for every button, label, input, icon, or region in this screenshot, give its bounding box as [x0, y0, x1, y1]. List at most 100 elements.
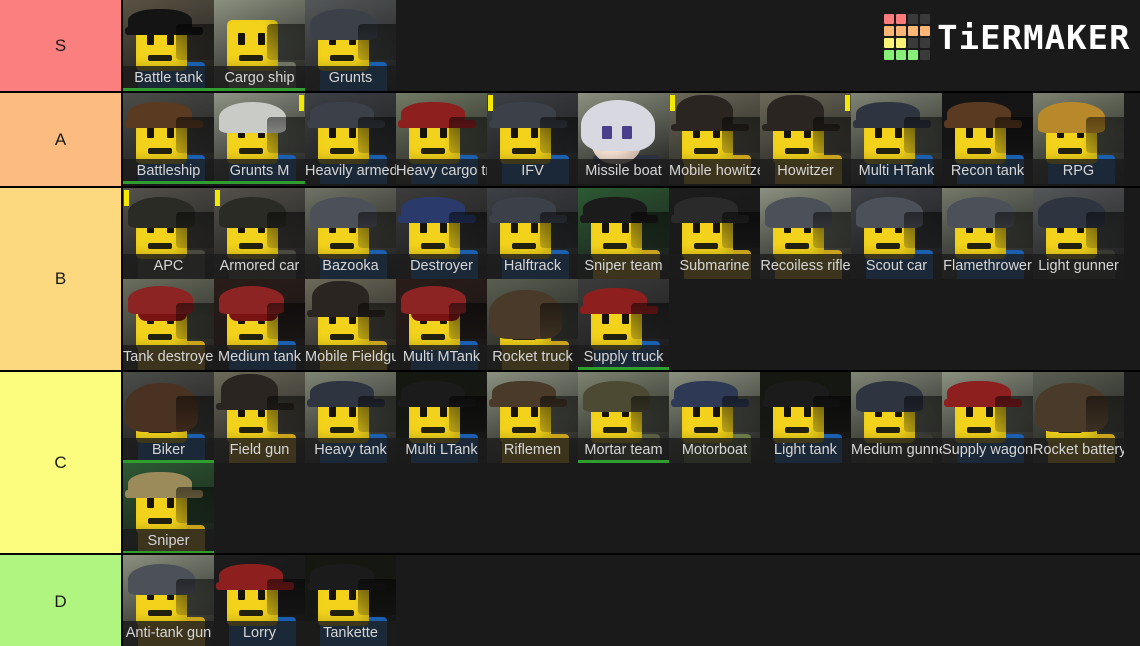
logo-cell-1-1: [896, 26, 907, 36]
tier-item-label: RPG: [1033, 159, 1124, 184]
tier-item-label: Howitzer: [760, 159, 851, 184]
tier-item-label: Armored car: [214, 254, 305, 279]
tier-item-tile[interactable]: Multi LTank: [396, 372, 487, 463]
tier-label-d[interactable]: D: [0, 555, 123, 646]
logo-cell-3-2: [908, 50, 919, 60]
tier-item-label: Rocket truck: [487, 345, 578, 370]
logo-cell-3-0: [884, 50, 895, 60]
tier-item-tile[interactable]: Scout car: [851, 188, 942, 279]
tier-item-tile[interactable]: Riflemen: [487, 372, 578, 463]
tier-item-tile[interactable]: Sniper: [123, 463, 214, 553]
tier-item-tile[interactable]: Lorry: [214, 555, 305, 646]
tier-item-tile[interactable]: Tankette: [305, 555, 396, 646]
tier-item-label: Battleship: [123, 159, 214, 184]
tier-item-label: Medium tank: [214, 345, 305, 370]
tier-item-label: Lorry: [214, 621, 305, 646]
tier-item-tile[interactable]: Mobile howitzer: [669, 93, 760, 184]
tier-item-tile[interactable]: Battleship: [123, 93, 214, 184]
tier-item-tile[interactable]: Grunts: [305, 0, 396, 91]
tier-item-label: Tankette: [305, 621, 396, 646]
tier-item-label: Missile boat: [578, 159, 669, 184]
tier-item-label: Motorboat: [669, 438, 760, 463]
tier-item-tile[interactable]: Multi HTank: [851, 93, 942, 184]
tier-item-label: APC: [123, 254, 214, 279]
tier-label-s[interactable]: S: [0, 0, 123, 91]
tier-item-tile[interactable]: Medium gunner: [851, 372, 942, 463]
tier-items-b[interactable]: APC Armored car Bazooka Destroyer Halftrack S…: [123, 188, 1140, 370]
tier-items-a[interactable]: BattleshipGrunts MHeavily armed scout ca…: [123, 93, 1140, 186]
tier-item-tile[interactable]: APC: [123, 188, 214, 279]
tier-item-tile[interactable]: Destroyer: [396, 188, 487, 279]
tier-item-tile[interactable]: Biker: [123, 372, 214, 463]
tier-item-tile[interactable]: Grunts M: [214, 93, 305, 184]
tier-item-label: Battle tank: [123, 66, 214, 91]
logo-cell-1-2: [908, 26, 919, 36]
tier-item-label: Biker: [123, 438, 214, 463]
logo-cell-0-3: [920, 14, 931, 24]
tier-item-tile[interactable]: Supply wagon: [942, 372, 1033, 463]
tier-item-tile[interactable]: Submarine: [669, 188, 760, 279]
tier-item-tile[interactable]: Anti-tank gun: [123, 555, 214, 646]
tier-item-label: Halftrack: [487, 254, 578, 279]
tier-item-tile[interactable]: Bazooka: [305, 188, 396, 279]
tier-item-label: Flamethrower: [942, 254, 1033, 279]
tier-item-tile[interactable]: Sniper team: [578, 188, 669, 279]
logo-cell-0-1: [896, 14, 907, 24]
tiermaker-logo: TiERMAKER: [884, 14, 1131, 60]
tier-item-tile[interactable]: Light tank: [760, 372, 851, 463]
tier-item-tile[interactable]: Halftrack: [487, 188, 578, 279]
logo-cell-3-3: [920, 50, 931, 60]
tier-item-label: Supply wagon: [942, 438, 1033, 463]
tier-items-d[interactable]: Anti-tank gun Lorry Tankette: [123, 555, 1140, 646]
tier-item-label: Supply truck: [578, 345, 669, 370]
logo-cell-2-1: [896, 38, 907, 48]
corner-marker-icon: [124, 190, 129, 206]
tier-item-tile[interactable]: Field gun: [214, 372, 305, 463]
tier-label-c[interactable]: C: [0, 372, 123, 553]
tier-item-tile[interactable]: Mortar team: [578, 372, 669, 463]
corner-marker-icon: [488, 95, 493, 111]
tier-item-label: Scout car: [851, 254, 942, 279]
tier-item-tile[interactable]: Tank destroyer: [123, 279, 214, 370]
logo-cell-3-1: [896, 50, 907, 60]
tier-item-tile[interactable]: Mobile Fieldgun: [305, 279, 396, 370]
tier-item-tile[interactable]: Recon tank: [942, 93, 1033, 184]
tier-item-tile[interactable]: RPG: [1033, 93, 1124, 184]
tier-item-tile[interactable]: Armored car: [214, 188, 305, 279]
tier-item-tile[interactable]: Heavily armed scout car: [305, 93, 396, 184]
tier-item-tile[interactable]: Battle tank: [123, 0, 214, 91]
tiermaker-logo-text: TiERMAKER: [937, 17, 1131, 57]
tier-items-c[interactable]: Biker Field gun Heavy tank Multi LTank Rifle…: [123, 372, 1140, 553]
tier-item-label: Light tank: [760, 438, 851, 463]
tier-item-label: Tank destroyer: [123, 345, 214, 370]
tier-item-tile[interactable]: Heavy tank: [305, 372, 396, 463]
corner-marker-icon: [845, 95, 850, 111]
logo-cell-1-3: [920, 26, 931, 36]
tier-item-tile[interactable]: Cargo ship: [214, 0, 305, 91]
logo-cell-2-3: [920, 38, 931, 48]
tier-item-label: Sniper team: [578, 254, 669, 279]
tier-item-tile[interactable]: Multi MTank: [396, 279, 487, 370]
tier-item-tile[interactable]: Rocket truck: [487, 279, 578, 370]
tier-item-tile[interactable]: Flamethrower: [942, 188, 1033, 279]
tier-item-tile[interactable]: Howitzer: [760, 93, 851, 184]
tier-label-b[interactable]: B: [0, 188, 123, 370]
tier-item-tile[interactable]: Motorboat: [669, 372, 760, 463]
logo-cell-1-0: [884, 26, 895, 36]
tier-item-tile[interactable]: Light gunner: [1033, 188, 1124, 279]
tier-label-a[interactable]: A: [0, 93, 123, 186]
logo-cell-0-2: [908, 14, 919, 24]
tier-item-label: Multi LTank: [396, 438, 487, 463]
tier-item-tile[interactable]: Missile boat: [578, 93, 669, 184]
tier-item-label: Mobile howitzer: [669, 159, 760, 184]
tier-item-tile[interactable]: Rocket battery: [1033, 372, 1124, 463]
tier-item-tile[interactable]: Supply truck: [578, 279, 669, 370]
tier-item-label: Grunts: [305, 66, 396, 91]
tier-item-label: Heavily armed scout car: [305, 159, 396, 184]
tier-item-tile[interactable]: Recoiless rifle: [760, 188, 851, 279]
tier-item-label: Grunts M: [214, 159, 305, 184]
tier-item-tile[interactable]: Heavy cargo truck: [396, 93, 487, 184]
tier-row-b: B APC Armored car Bazooka Destroyer Halftrack…: [0, 188, 1140, 372]
tier-item-tile[interactable]: IFV: [487, 93, 578, 184]
tier-item-tile[interactable]: Medium tank: [214, 279, 305, 370]
